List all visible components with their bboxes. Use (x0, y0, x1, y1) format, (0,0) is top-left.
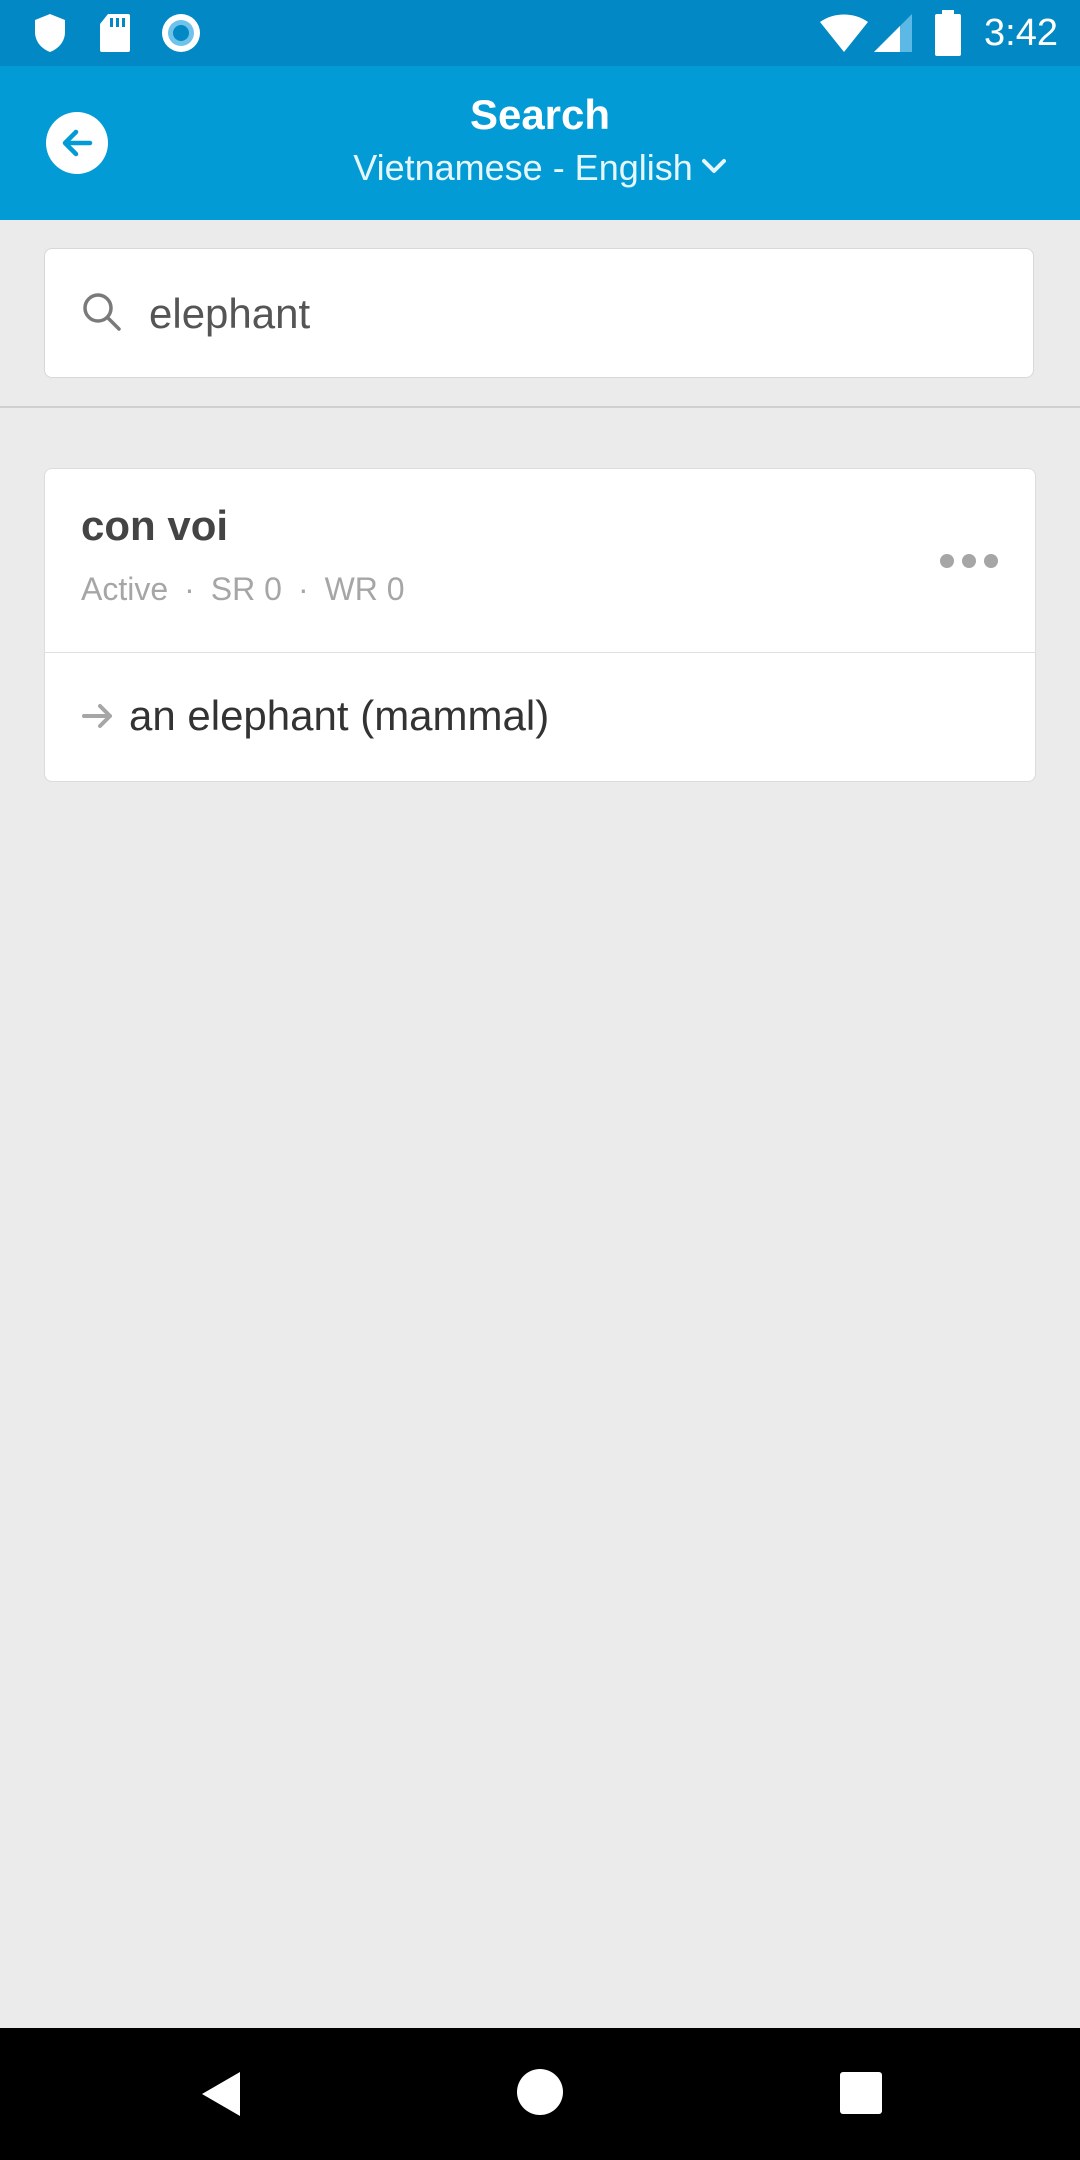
back-triangle-icon[interactable] (198, 2068, 248, 2120)
shield-icon (35, 14, 65, 52)
chevron-down-icon (701, 159, 726, 174)
recents-square-icon[interactable] (838, 2070, 884, 2116)
result-card: con voi Active · SR 0 · WR 0 an elephant (ma… (44, 468, 1036, 782)
more-options-button[interactable] (935, 539, 1005, 583)
translation-text: an elephant (mammal) (129, 692, 550, 739)
result-sr: SR 0 (210, 571, 282, 607)
cell-signal-icon (874, 14, 912, 52)
result-term: con voi (81, 502, 229, 549)
wifi-icon (820, 14, 868, 52)
battery-icon (935, 10, 961, 56)
status-bar: 3:42 (0, 0, 1080, 66)
meta-separator: · (297, 571, 309, 607)
system-nav-bar (0, 2028, 1080, 2160)
more-horizontal-icon (940, 554, 998, 568)
search-input[interactable] (139, 279, 1009, 349)
language-pair-label: Vietnamese - English (353, 147, 693, 188)
search-icon (83, 293, 121, 331)
app-bar: Search Vietnamese - English (0, 66, 1080, 220)
result-wr: WR 0 (324, 571, 405, 607)
home-circle-icon[interactable] (514, 2066, 566, 2118)
status-time: 3:42 (984, 12, 1058, 54)
circle-notification-icon (162, 14, 200, 52)
search-box[interactable] (44, 248, 1034, 378)
result-term-row[interactable]: con voi Active · SR 0 · WR 0 (45, 469, 1035, 653)
language-selector[interactable]: Vietnamese - English (0, 146, 1080, 190)
result-meta: Active · SR 0 · WR 0 (81, 569, 405, 609)
translation-row[interactable]: an elephant (mammal) (45, 653, 1035, 781)
arrow-right-icon (82, 704, 112, 728)
result-status: Active (81, 571, 169, 607)
divider (0, 406, 1080, 408)
sd-card-icon (100, 14, 130, 52)
meta-separator: · (184, 571, 195, 607)
page-title: Search (469, 91, 611, 138)
